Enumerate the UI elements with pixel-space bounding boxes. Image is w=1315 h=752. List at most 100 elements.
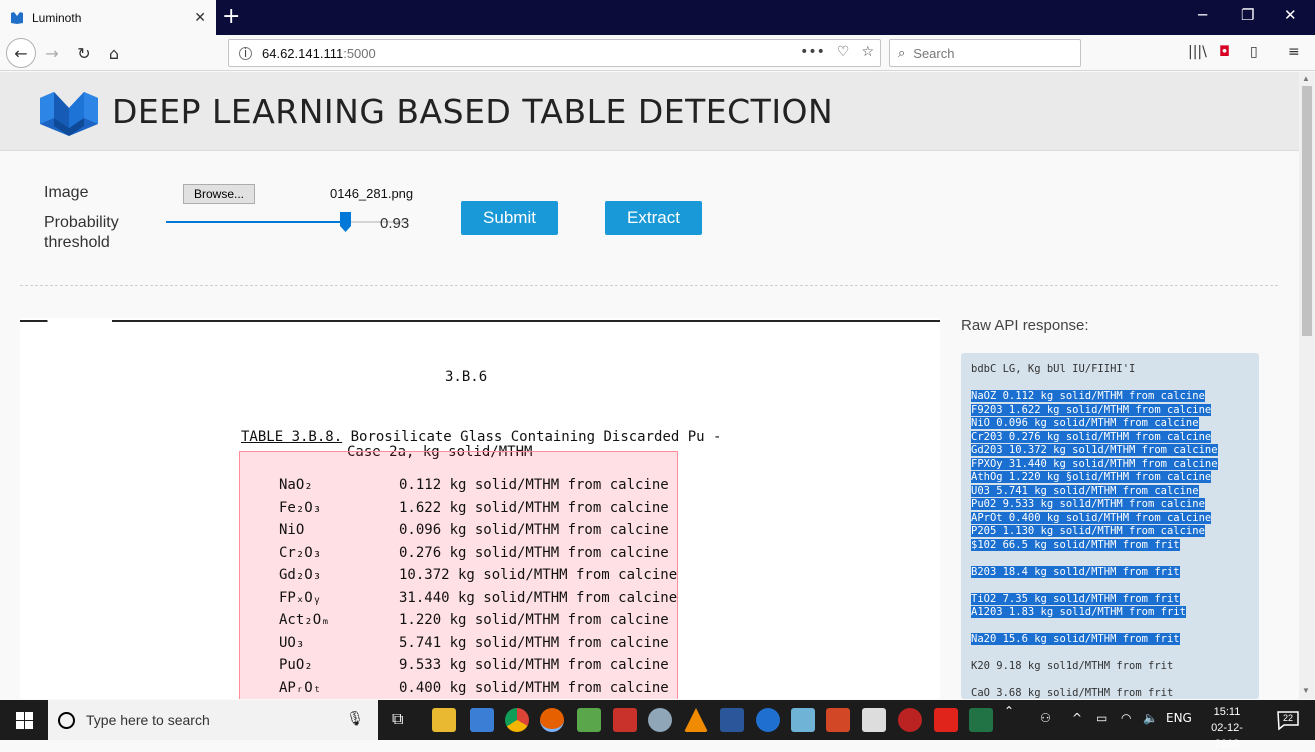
paint-icon[interactable] <box>648 708 672 732</box>
chrome-icon[interactable] <box>505 708 529 732</box>
amount-cell: 1.622 kg solid/MTHM from calcine <box>399 499 669 516</box>
compound-cell: APᵣOₜ <box>279 679 322 696</box>
minimize-button[interactable]: ─ <box>1198 6 1207 24</box>
task-view-icon[interactable]: ⧉ <box>392 709 403 729</box>
api-header-line: bdbC LG, Kg bUl IU/FIIHI'I <box>971 363 1136 375</box>
page-scrollbar[interactable]: ▲ ▼ <box>1299 72 1315 699</box>
home-icon: ⌂ <box>108 43 120 63</box>
clock-time: 15:11 <box>1213 706 1241 718</box>
home-button[interactable]: ⌂ <box>100 39 128 67</box>
browser-tab[interactable]: Luminoth ✕ <box>0 0 216 35</box>
powerpoint-icon[interactable] <box>826 708 850 732</box>
luminoth-logo-icon <box>40 92 98 136</box>
api-selected-line: APrOt 0.400 kg solid/MTHM from calcine <box>971 511 1212 524</box>
vlc-icon[interactable] <box>684 708 708 732</box>
threshold-slider-track[interactable] <box>166 221 406 223</box>
sidebar-icon[interactable]: ▯ <box>1250 44 1258 60</box>
reload-icon: ↻ <box>77 43 91 63</box>
raw-api-response-box[interactable]: bdbC LG, Kg bUl IU/FIIHI'I NaOZ 0.112 kg… <box>961 353 1259 699</box>
api-line-tio2: TiO2 7.35 kg sol1d/MTHM from frit <box>971 592 1180 605</box>
browse-button[interactable]: Browse... <box>183 184 255 204</box>
selected-filename: 0146_281.png <box>330 186 414 201</box>
taskbar-clock[interactable]: 15:11 02-12-2018 <box>1202 704 1252 752</box>
scan-edge-line <box>20 320 940 322</box>
microphone-icon[interactable]: 🎙 <box>346 711 364 727</box>
threshold-slider-handle[interactable] <box>340 212 351 232</box>
app-blue-icon[interactable] <box>756 708 780 732</box>
luminoth-favicon-icon <box>11 11 23 24</box>
amount-cell: 31.440 kg solid/MTHM from calcine <box>399 589 678 606</box>
api-line-a1203: A1203 1.83 kg sol1d/MTHM from frit <box>971 606 1186 618</box>
menu-icon[interactable]: ≡ <box>1288 44 1300 60</box>
file-explorer-icon[interactable] <box>432 708 456 732</box>
reload-button[interactable]: ↻ <box>70 39 98 67</box>
new-tab-button[interactable]: + <box>222 4 240 29</box>
api-selected-line: NaOZ 0.112 kg solid/MTHM from calcine <box>971 390 1205 402</box>
windows-logo-icon <box>15 711 33 729</box>
back-button[interactable]: ← <box>6 38 36 68</box>
close-window-button[interactable]: ✕ <box>1284 6 1297 24</box>
excel-icon[interactable] <box>969 708 993 732</box>
document-page-number: 3.B.6 <box>445 369 488 385</box>
anaconda-icon[interactable] <box>898 708 922 732</box>
clock-date: 02-12-2018 <box>1211 722 1243 750</box>
compound-cell: PuO₂ <box>279 657 313 673</box>
page-actions-icon[interactable]: ••• <box>800 44 825 60</box>
tab-title: Luminoth <box>32 10 82 25</box>
scroll-down-icon[interactable]: ▼ <box>1302 686 1310 695</box>
notepad-plus-icon[interactable] <box>577 708 601 732</box>
api-line-cao: CaO 3.68 kg solid/MTHM from frit <box>971 687 1174 699</box>
taskbar-scroll-icon[interactable]: ⌃ <box>1004 704 1014 718</box>
threshold-label-line2: threshold <box>44 234 110 251</box>
compound-cell: FPₓOᵧ <box>279 589 322 606</box>
tray-expand-icon[interactable]: ^ <box>1072 711 1082 725</box>
forward-button[interactable]: → <box>38 39 66 67</box>
submit-button[interactable]: Submit <box>461 201 558 235</box>
compound-cell: UO₃ <box>279 634 305 651</box>
api-selected-line: NiO 0.096 kg solid/MTHM from calcine <box>971 417 1199 429</box>
scroll-up-icon[interactable]: ▲ <box>1302 74 1310 83</box>
library-icon[interactable]: |||\ <box>1188 44 1207 60</box>
raw-api-label: Raw API response: <box>961 317 1089 334</box>
api-selected-line: F9203 1.622 kg solid/MTHM from calcine <box>971 403 1212 416</box>
amount-cell: 9.533 kg solid/MTHM from calcine <box>399 657 669 673</box>
amount-cell: 5.741 kg solid/MTHM from calcine <box>399 634 669 651</box>
notifications-button[interactable]: 22 <box>1276 708 1300 732</box>
start-button[interactable] <box>0 700 48 740</box>
taskbar-search-box[interactable]: Type here to search 🎙 <box>48 700 378 740</box>
api-selected-line: Gd203 10.372 kg sol1d/MTHM from calcine <box>971 444 1218 456</box>
amount-cell: 0.096 kg solid/MTHM from calcine <box>399 522 669 538</box>
extract-button[interactable]: Extract <box>605 201 702 235</box>
browser-tab-strip: Luminoth ✕ + ─ ❐ ✕ <box>0 0 1315 35</box>
site-info-icon[interactable]: i <box>239 46 252 60</box>
people-icon[interactable]: ⚇ <box>1040 711 1051 725</box>
url-host: 64.62.141.111 <box>262 45 344 61</box>
wifi-icon[interactable]: ◠ <box>1121 711 1131 725</box>
tab-close-icon[interactable]: ✕ <box>194 9 206 26</box>
pocket-icon[interactable]: ♡ <box>837 44 850 60</box>
volume-icon[interactable]: 🔈 <box>1143 711 1158 725</box>
restore-button[interactable]: ❐ <box>1241 6 1254 24</box>
language-indicator[interactable]: ENG <box>1166 711 1192 725</box>
url-bar[interactable]: i 64.62.141.111:5000 ••• ♡ ☆ <box>228 39 881 67</box>
api-line-b203: B203 18.4 kg sol1d/MTHM from frit <box>971 565 1180 578</box>
bookmark-star-icon[interactable]: ☆ <box>861 44 874 60</box>
photos-icon[interactable] <box>862 708 886 732</box>
firefox-icon[interactable] <box>540 708 564 732</box>
api-selected-line: AthOg 1.220 kg §olid/MTHM from calcine <box>971 471 1212 483</box>
table-caption-line1: Borosilicate Glass Containing Discarded … <box>350 429 722 445</box>
acrobat-icon[interactable] <box>934 708 958 732</box>
pocket-list-icon[interactable]: ◘ <box>1219 44 1230 60</box>
scrollbar-thumb[interactable] <box>1302 86 1312 336</box>
api-selected-line: Cr203 0.276 kg solid/MTHM from calcine <box>971 430 1212 443</box>
battery-icon[interactable]: ▭ <box>1096 711 1107 725</box>
api-selected-line: FPXOy 31.440 kg solid/MTHM from calcine <box>971 457 1218 470</box>
search-bar[interactable]: ⌕ Search <box>889 39 1081 67</box>
network-app-icon[interactable] <box>470 708 494 732</box>
app-red-icon[interactable] <box>613 708 637 732</box>
word-icon[interactable] <box>720 708 744 732</box>
section-divider <box>20 285 1278 286</box>
threshold-slider-fill <box>166 221 343 223</box>
amount-cell: 1.220 kg solid/MTHM from calcine <box>399 612 669 628</box>
sticky-notes-icon[interactable] <box>791 708 815 732</box>
